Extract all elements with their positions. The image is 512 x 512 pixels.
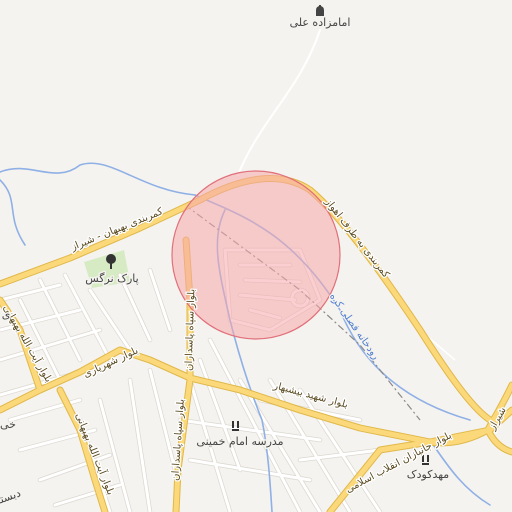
label-janbazan[interactable]: بلوار جانبازان انقلاب اسلامی [343,429,455,497]
label-kindergarten[interactable]: مهدکودک [405,467,451,483]
highlight-circle[interactable] [171,170,341,340]
label-left-edge-3[interactable]: دبستا [0,485,24,509]
label-school[interactable]: مدرسه امام خمینی [195,434,285,450]
label-kamarbandi-west[interactable]: کمربندی بهبهان - شیراز [67,205,166,255]
mosque-icon[interactable] [316,5,324,16]
label-left-edge-1[interactable]: ی [0,307,12,323]
track-to-imamzadeh [237,29,321,176]
label-imamzadeh[interactable]: امامزاده علی [288,15,352,31]
label-sepah[interactable]: بلوار سپاه پاسداران [182,287,198,372]
label-park[interactable]: پارک نرگس [84,271,140,287]
map-canvas[interactable]: امامزاده علی پارک نرگس کمربندی بهبهان - … [0,0,512,512]
label-left-edge-2[interactable]: خی [0,417,17,433]
kindergarten-icon[interactable] [422,455,429,465]
label-river[interactable]: رودخانه فصلی کره [326,290,383,363]
